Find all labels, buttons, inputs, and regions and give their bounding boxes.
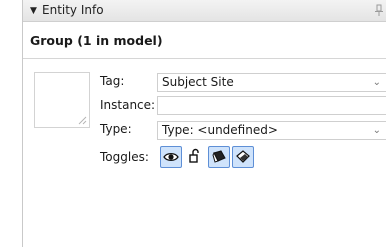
tag-select[interactable]: Subject Site ⌄ [157,73,386,92]
eye-icon [163,152,179,162]
tag-label: Tag: [100,74,125,88]
cast-shadows-icon [212,150,226,163]
entity-info-panel: ▼ Entity Info Group (1 in model) Tag: Su… [22,0,386,247]
visibility-toggle-button[interactable] [160,146,182,168]
receive-shadows-toggle-button[interactable] [232,146,254,168]
type-value: Type: <undefined> [162,123,278,137]
resize-grip-icon [78,116,87,125]
toggles-label: Toggles: [100,150,149,164]
instance-label: Instance: [100,98,156,112]
unlock-icon [189,148,199,163]
lock-toggle-button[interactable] [185,146,207,168]
divider [23,58,386,59]
type-select[interactable]: Type: <undefined> ⌄ [157,121,386,140]
type-label: Type: [100,122,132,136]
entity-thumbnail [34,72,90,128]
instance-input[interactable] [157,96,386,115]
collapse-triangle-icon[interactable]: ▼ [30,6,37,16]
pin-icon[interactable] [375,4,383,17]
receive-shadows-icon [236,150,250,163]
tag-value: Subject Site [162,75,234,89]
group-heading: Group (1 in model) [30,33,163,48]
panel-title: Entity Info [42,3,104,17]
panel-titlebar[interactable]: ▼ Entity Info [23,0,386,22]
chevron-down-icon: ⌄ [372,77,381,88]
cast-shadows-toggle-button[interactable] [208,146,230,168]
chevron-down-icon: ⌄ [372,125,381,136]
